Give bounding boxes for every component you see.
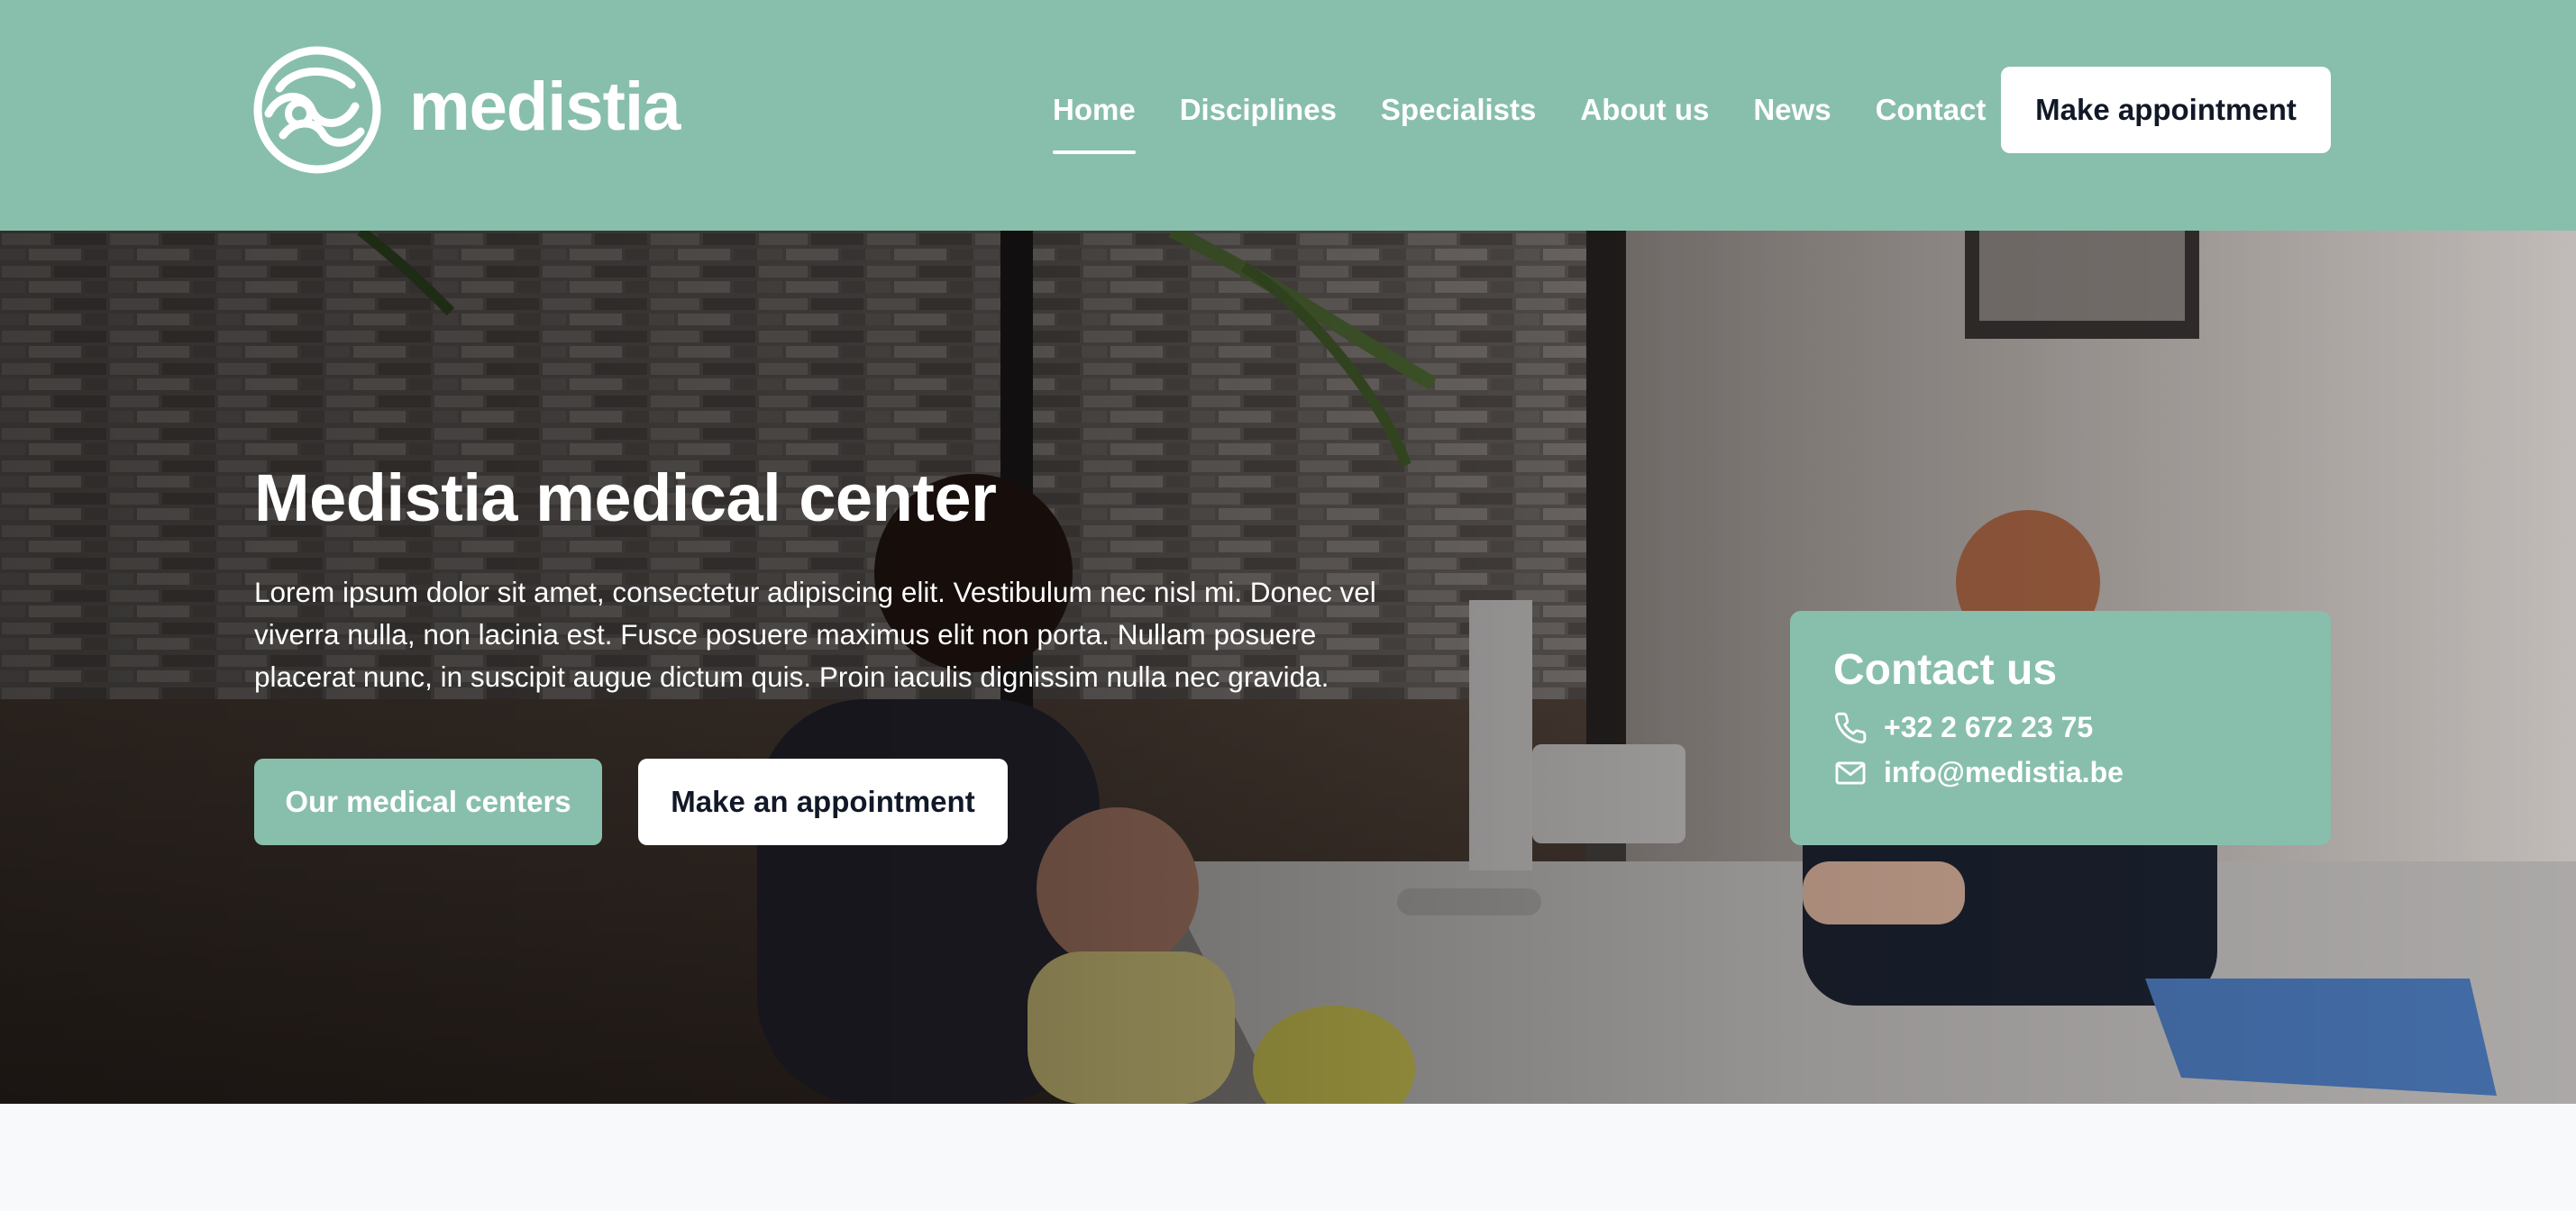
phone-icon	[1833, 711, 1868, 745]
main-nav: Home Disciplines Specialists About us Ne…	[1053, 67, 2030, 154]
nav-item-home[interactable]: Home	[1053, 93, 1136, 154]
contact-title: Contact us	[1833, 646, 2058, 694]
hero-description: Lorem ipsum dolor sit amet, consectetur …	[254, 576, 1376, 693]
hero-title: Medistia medical center	[254, 460, 997, 535]
contact-email[interactable]: info@medistia.be	[1833, 756, 2288, 790]
nav-item-news[interactable]: News	[1753, 93, 1831, 127]
hero-section: Medistia medical center Lorem ipsum dolo…	[0, 231, 2576, 1104]
site-header: medistia Home Disciplines Specialists Ab…	[0, 0, 2576, 231]
contact-card: Contact us +32 2 672 23 75 info@medistia…	[1790, 611, 2331, 845]
page-content-area	[0, 1104, 2576, 1211]
contact-phone[interactable]: +32 2 672 23 75	[1833, 711, 2288, 745]
contact-email-text: info@medistia.be	[1884, 756, 2124, 789]
make-an-appointment-button[interactable]: Make an appointment	[638, 759, 1008, 845]
make-appointment-button[interactable]: Make appointment	[2001, 67, 2331, 153]
nav-item-disciplines[interactable]: Disciplines	[1180, 93, 1337, 127]
mail-icon	[1833, 756, 1868, 790]
contact-phone-text: +32 2 672 23 75	[1884, 711, 2094, 744]
nav-item-about-us[interactable]: About us	[1580, 93, 1709, 127]
our-medical-centers-button[interactable]: Our medical centers	[254, 759, 602, 845]
brand-name: medistia	[409, 68, 681, 145]
medistia-wave-logo-icon	[252, 45, 382, 175]
nav-item-contact[interactable]: Contact	[1876, 93, 1987, 127]
brand-logo[interactable]: medistia	[252, 45, 681, 175]
nav-item-specialists[interactable]: Specialists	[1381, 93, 1536, 127]
